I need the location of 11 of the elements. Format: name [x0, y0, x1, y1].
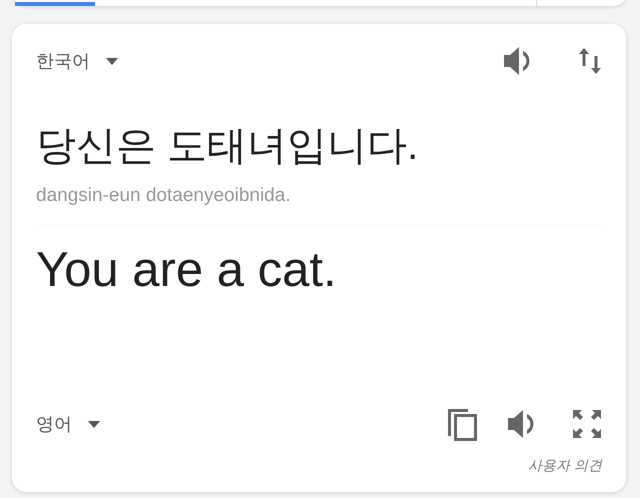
copy-icon[interactable]: [446, 407, 478, 441]
source-language-dropdown[interactable]: 한국어: [36, 48, 118, 74]
caret-icon: [106, 58, 118, 64]
translated-text: You are a cat.: [36, 244, 338, 298]
romanization-text: dangsin-eun dotaenyeoibnida.: [36, 184, 292, 208]
source-text: 당신은 도태녀입니다.: [36, 124, 420, 168]
target-language-dropdown[interactable]: 영어: [36, 410, 100, 438]
feedback-link[interactable]: 사용자 의견: [528, 455, 602, 476]
fullscreen-icon[interactable]: [572, 409, 602, 439]
caret-icon: [88, 420, 100, 428]
swap-icon[interactable]: [578, 46, 602, 76]
